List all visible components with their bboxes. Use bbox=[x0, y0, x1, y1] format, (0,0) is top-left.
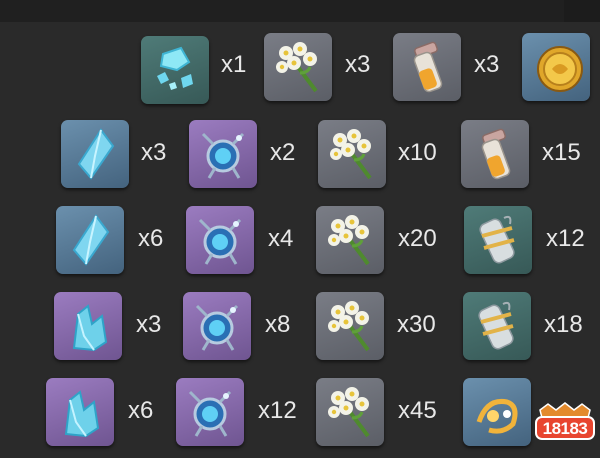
arcane-orb-icon bbox=[195, 304, 239, 351]
wrapped-scroll-icon bbox=[479, 215, 515, 264]
item-quantity: x2 bbox=[270, 139, 296, 166]
item-slot[interactable] bbox=[318, 120, 386, 188]
item-slot[interactable] bbox=[186, 206, 254, 274]
item-quantity: x6 bbox=[128, 397, 154, 424]
golden-scroll-icon bbox=[476, 398, 518, 434]
crystal-shard-icon bbox=[72, 214, 110, 266]
item-slot[interactable] bbox=[461, 120, 529, 188]
arcane-orb-icon bbox=[201, 132, 245, 179]
item-quantity: x12 bbox=[258, 397, 297, 424]
site-watermark-logo: 18183 bbox=[534, 400, 596, 442]
item-slot[interactable] bbox=[61, 120, 129, 188]
item-slot[interactable] bbox=[141, 36, 209, 104]
flower-bouquet-icon bbox=[328, 387, 370, 438]
item-slot[interactable] bbox=[176, 378, 244, 446]
reward-grid: x1 x3 x3 x3 x2 x10 x15 x6 x4 x20 x12 x3 … bbox=[0, 0, 600, 458]
item-slot[interactable] bbox=[56, 206, 124, 274]
item-slot[interactable] bbox=[54, 292, 122, 360]
top-bar-edge bbox=[564, 0, 600, 22]
crystal-cluster-icon bbox=[72, 304, 108, 352]
item-slot[interactable] bbox=[46, 378, 114, 446]
item-slot[interactable] bbox=[522, 33, 590, 101]
item-quantity: x1 bbox=[221, 51, 247, 78]
top-bar bbox=[0, 0, 600, 22]
gold-coin-icon bbox=[537, 46, 583, 92]
item-slot[interactable] bbox=[316, 206, 384, 274]
item-slot[interactable] bbox=[189, 120, 257, 188]
item-quantity: x30 bbox=[397, 311, 436, 338]
potion-vial-icon bbox=[481, 128, 511, 180]
item-quantity: x45 bbox=[398, 397, 437, 424]
item-slot[interactable] bbox=[183, 292, 251, 360]
svg-text:18183: 18183 bbox=[543, 419, 588, 438]
item-quantity: x3 bbox=[345, 51, 371, 78]
item-slot[interactable] bbox=[264, 33, 332, 101]
flower-bouquet-icon bbox=[276, 42, 318, 93]
crystal-cluster-icon bbox=[64, 390, 100, 438]
item-quantity: x6 bbox=[138, 225, 164, 252]
item-quantity: x12 bbox=[546, 225, 585, 252]
arcane-orb-icon bbox=[198, 218, 242, 265]
item-quantity: x8 bbox=[265, 311, 291, 338]
flower-bouquet-icon bbox=[330, 129, 372, 180]
item-quantity: x3 bbox=[474, 51, 500, 78]
flower-bouquet-icon bbox=[328, 215, 370, 266]
wrapped-scroll-icon bbox=[478, 301, 514, 350]
item-quantity: x3 bbox=[136, 311, 162, 338]
item-slot[interactable] bbox=[463, 292, 531, 360]
item-slot[interactable] bbox=[316, 292, 384, 360]
item-slot[interactable] bbox=[463, 378, 531, 446]
18183-logo-icon: 18183 bbox=[535, 402, 595, 440]
arcane-orb-icon bbox=[188, 390, 232, 437]
flower-bouquet-icon bbox=[328, 301, 370, 352]
item-quantity: x4 bbox=[268, 225, 294, 252]
item-slot[interactable] bbox=[464, 206, 532, 274]
item-quantity: x15 bbox=[542, 139, 581, 166]
item-slot[interactable] bbox=[393, 33, 461, 101]
item-quantity: x20 bbox=[398, 225, 437, 252]
crystal-chunk-icon bbox=[157, 46, 193, 90]
potion-vial-icon bbox=[413, 41, 443, 93]
item-slot[interactable] bbox=[316, 378, 384, 446]
item-quantity: x18 bbox=[544, 311, 583, 338]
crystal-shard-icon bbox=[77, 128, 115, 180]
item-quantity: x10 bbox=[398, 139, 437, 166]
item-quantity: x3 bbox=[141, 139, 167, 166]
